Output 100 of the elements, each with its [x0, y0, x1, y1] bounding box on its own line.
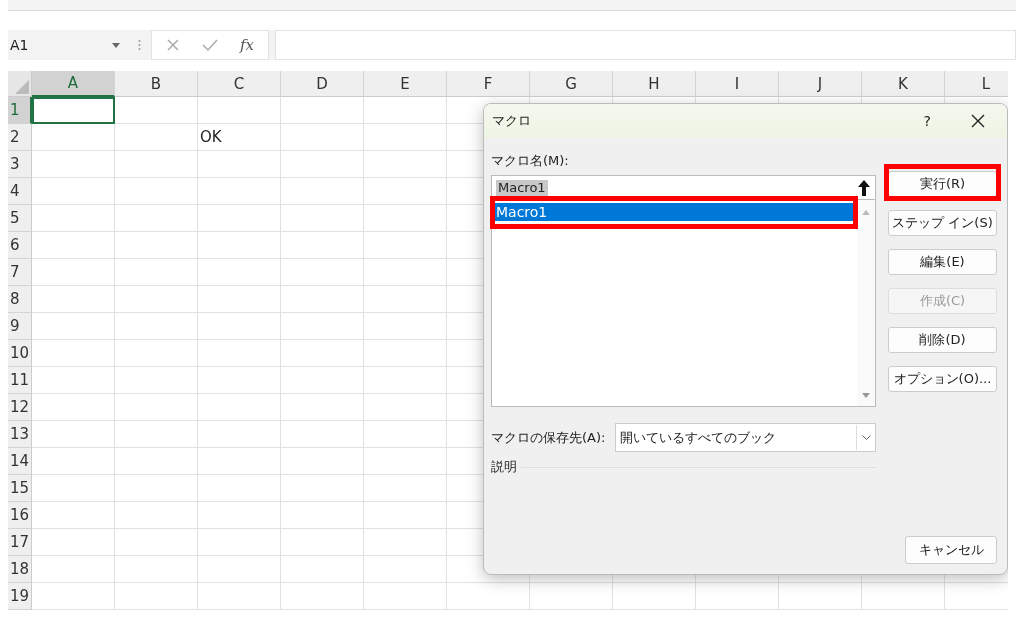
table-cell[interactable] [115, 421, 198, 448]
table-cell[interactable] [281, 394, 364, 421]
table-cell[interactable] [32, 475, 115, 502]
dialog-button[interactable]: ステップ イン(S) [888, 210, 997, 236]
table-cell[interactable] [115, 529, 198, 556]
table-cell[interactable] [32, 259, 115, 286]
table-cell[interactable] [281, 583, 364, 610]
table-cell[interactable] [32, 502, 115, 529]
row-header[interactable]: 7 [8, 259, 32, 286]
table-cell[interactable] [364, 529, 447, 556]
table-cell[interactable] [115, 232, 198, 259]
table-cell[interactable] [198, 394, 281, 421]
table-cell[interactable] [364, 313, 447, 340]
insert-function-button[interactable]: fx [240, 36, 254, 54]
table-cell[interactable] [364, 205, 447, 232]
table-cell[interactable] [198, 583, 281, 610]
location-dropdown[interactable]: 開いているすべてのブック [615, 423, 876, 452]
column-header[interactable]: H [613, 71, 696, 97]
column-header[interactable]: C [198, 71, 281, 97]
scrollbar[interactable] [857, 200, 875, 406]
row-header[interactable]: 2 [8, 124, 32, 151]
table-cell[interactable]: OK [198, 124, 281, 151]
table-cell[interactable] [115, 205, 198, 232]
table-cell[interactable] [32, 421, 115, 448]
table-cell[interactable] [281, 205, 364, 232]
table-cell[interactable] [364, 151, 447, 178]
table-cell[interactable] [281, 97, 364, 124]
table-cell[interactable] [613, 583, 696, 610]
table-cell[interactable] [281, 502, 364, 529]
table-cell[interactable] [364, 394, 447, 421]
row-header[interactable]: 19 [8, 583, 32, 610]
table-cell[interactable] [115, 556, 198, 583]
table-cell[interactable] [198, 556, 281, 583]
table-cell[interactable] [364, 421, 447, 448]
dialog-button[interactable]: 実行(R) [888, 171, 997, 197]
table-cell[interactable] [198, 340, 281, 367]
table-cell[interactable] [32, 124, 115, 151]
table-cell[interactable] [32, 178, 115, 205]
table-cell[interactable] [364, 259, 447, 286]
table-cell[interactable] [115, 286, 198, 313]
table-cell[interactable] [281, 313, 364, 340]
table-cell[interactable] [281, 367, 364, 394]
table-cell[interactable] [281, 340, 364, 367]
table-cell[interactable] [198, 502, 281, 529]
table-cell[interactable] [364, 232, 447, 259]
table-cell[interactable] [779, 583, 862, 610]
table-cell[interactable] [281, 259, 364, 286]
table-cell[interactable] [115, 448, 198, 475]
row-header[interactable]: 6 [8, 232, 32, 259]
active-cell[interactable] [32, 97, 115, 124]
table-cell[interactable] [198, 205, 281, 232]
table-cell[interactable] [364, 286, 447, 313]
table-cell[interactable] [281, 232, 364, 259]
table-cell[interactable] [530, 583, 613, 610]
table-cell[interactable] [364, 475, 447, 502]
table-cell[interactable] [281, 151, 364, 178]
column-header[interactable]: E [364, 71, 447, 97]
table-cell[interactable] [198, 313, 281, 340]
help-button[interactable]: ? [923, 113, 931, 129]
table-cell[interactable] [32, 529, 115, 556]
table-cell[interactable] [198, 367, 281, 394]
dialog-button[interactable]: 削除(D) [888, 327, 997, 353]
table-cell[interactable] [364, 97, 447, 124]
table-cell[interactable] [115, 394, 198, 421]
table-cell[interactable] [198, 475, 281, 502]
table-cell[interactable] [115, 124, 198, 151]
row-header[interactable]: 18 [8, 556, 32, 583]
check-icon[interactable] [202, 38, 218, 52]
close-icon[interactable] [971, 114, 985, 128]
table-cell[interactable] [281, 556, 364, 583]
table-cell[interactable] [281, 421, 364, 448]
table-cell[interactable] [281, 124, 364, 151]
table-cell[interactable] [281, 448, 364, 475]
row-header[interactable]: 12 [8, 394, 32, 421]
table-cell[interactable] [198, 178, 281, 205]
table-cell[interactable] [364, 502, 447, 529]
table-cell[interactable] [198, 151, 281, 178]
table-cell[interactable] [115, 151, 198, 178]
name-box[interactable]: A1 [10, 32, 128, 58]
column-header[interactable]: I [696, 71, 779, 97]
table-cell[interactable] [32, 313, 115, 340]
table-cell[interactable] [115, 502, 198, 529]
row-header[interactable]: 16 [8, 502, 32, 529]
table-cell[interactable] [364, 124, 447, 151]
select-all-corner[interactable] [8, 71, 32, 97]
table-cell[interactable] [32, 583, 115, 610]
table-cell[interactable] [32, 394, 115, 421]
table-cell[interactable] [32, 151, 115, 178]
up-arrow-icon[interactable] [857, 178, 871, 197]
row-header[interactable]: 15 [8, 475, 32, 502]
table-cell[interactable] [281, 529, 364, 556]
table-cell[interactable] [364, 340, 447, 367]
row-header[interactable]: 8 [8, 286, 32, 313]
column-header[interactable]: F [447, 71, 530, 97]
table-cell[interactable] [115, 367, 198, 394]
row-header[interactable]: 9 [8, 313, 32, 340]
table-cell[interactable] [115, 97, 198, 124]
table-cell[interactable] [115, 259, 198, 286]
column-header[interactable]: B [115, 71, 198, 97]
table-cell[interactable] [364, 583, 447, 610]
